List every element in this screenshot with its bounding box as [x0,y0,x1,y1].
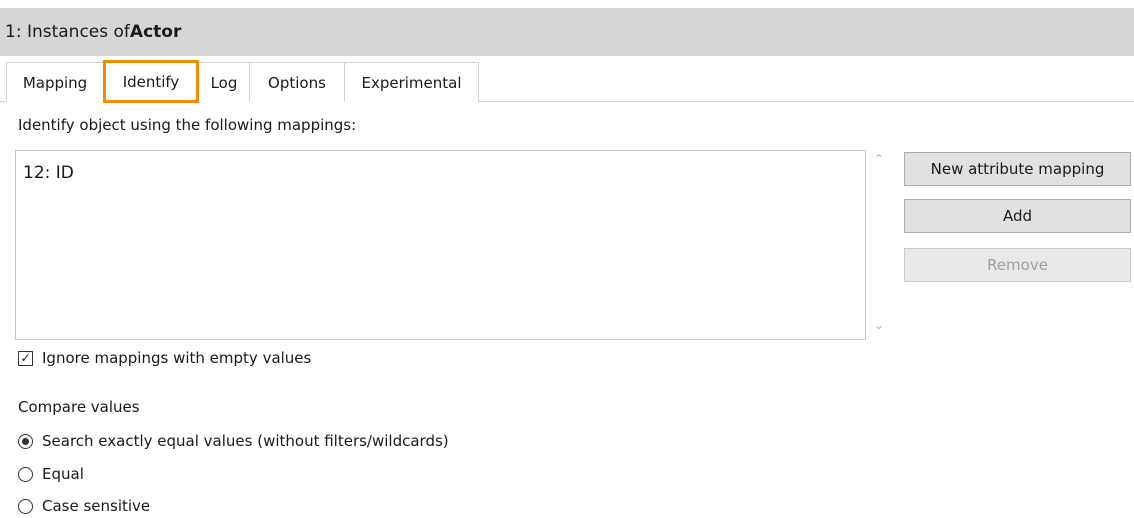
identify-section-label: Identify object using the following mapp… [18,116,357,134]
scroll-down-icon[interactable]: ⌄ [872,318,886,332]
tab-identify[interactable]: Identify [103,60,199,103]
ignore-empty-label: Ignore mappings with empty values [42,349,312,367]
remove-button[interactable]: Remove [904,248,1131,282]
ignore-empty-checkbox[interactable]: ✓ [18,350,33,366]
list-item[interactable]: 12: ID [23,163,74,183]
tab-options[interactable]: Options [249,62,345,102]
tab-experimental[interactable]: Experimental [344,62,479,102]
panel-header: 1: Instances of Actor [0,8,1134,56]
radio-equal-label: Equal [42,465,84,483]
tab-log[interactable]: Log [198,62,250,102]
new-attribute-mapping-button[interactable]: New attribute mapping [904,152,1131,186]
scroll-up-icon[interactable]: ⌃ [872,152,886,166]
tab-mapping[interactable]: Mapping [6,62,104,102]
radio-button-selected[interactable] [18,433,33,449]
radio-case-sensitive-label: Case sensitive [42,497,151,515]
tab-bar: Mapping Identify Log Options Experimenta… [6,60,479,103]
compare-values-label: Compare values [18,398,140,416]
radio-exact-values[interactable]: Search exactly equal values (without fil… [18,432,449,450]
radio-button[interactable] [18,498,33,514]
ignore-empty-row[interactable]: ✓ Ignore mappings with empty values [18,349,311,367]
header-object-name: Actor [129,22,182,42]
mappings-listbox[interactable]: 12: ID [15,150,866,340]
radio-equal[interactable]: Equal [18,465,84,483]
radio-button[interactable] [18,466,33,482]
radio-case-sensitive[interactable]: Case sensitive [18,497,150,515]
radio-exact-values-label: Search exactly equal values (without fil… [42,432,449,450]
add-button[interactable]: Add [904,199,1131,233]
header-prefix: 1: Instances of [5,22,130,42]
